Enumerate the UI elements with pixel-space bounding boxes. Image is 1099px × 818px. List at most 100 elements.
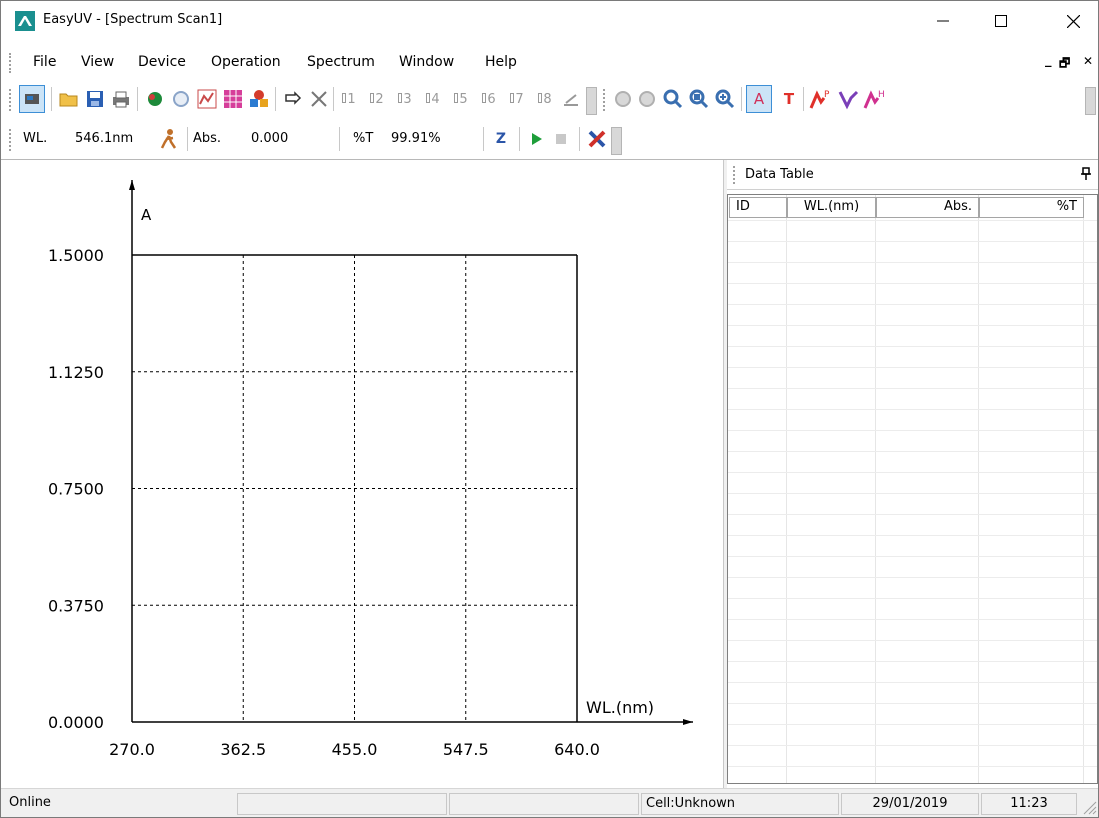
valley-pick-button[interactable] xyxy=(837,87,861,111)
grid-row-line xyxy=(728,346,1097,347)
start-button[interactable] xyxy=(525,127,549,151)
cell-6-button[interactable]: 6 xyxy=(477,87,501,111)
grid-row-line xyxy=(728,262,1097,263)
grid-row-line xyxy=(728,619,1097,620)
grid-icon xyxy=(224,90,242,108)
open-button[interactable] xyxy=(57,87,81,111)
menu-device[interactable]: Device xyxy=(138,54,186,70)
column-header-t[interactable]: %T xyxy=(979,197,1084,218)
height-pick-button[interactable]: H xyxy=(863,87,887,111)
cell-3-button[interactable]: 3 xyxy=(393,87,417,111)
spectrum-plot-area[interactable]: A WL.(nm) 0.0000 0.3750 0.7500 1.1250 1.5000 27… xyxy=(1,160,723,788)
delete-icon xyxy=(311,91,327,107)
mdi-close-button[interactable]: ✕ xyxy=(1083,54,1093,68)
resize-grip-icon[interactable] xyxy=(1083,801,1097,815)
close-button[interactable] xyxy=(1050,1,1096,41)
grid-row-line xyxy=(728,535,1097,536)
zoom-next-button[interactable] xyxy=(635,87,659,111)
minimize-icon xyxy=(937,20,949,22)
play-icon xyxy=(532,133,542,145)
chart-icon xyxy=(197,89,217,109)
x-axis-arrow xyxy=(683,719,693,725)
grid-row-line xyxy=(728,745,1097,746)
y-tick-label: 1.5000 xyxy=(48,246,104,265)
grid-row-line xyxy=(728,640,1097,641)
data-table-header: Data Table xyxy=(727,160,1098,190)
data-grid[interactable]: ID WL.(nm) Abs. %T xyxy=(727,194,1098,784)
cell-1-button[interactable]: 1 xyxy=(337,87,361,111)
grid-row-line xyxy=(728,724,1097,725)
cell-2-button[interactable]: 2 xyxy=(365,87,389,111)
toolbar-overflow-button[interactable] xyxy=(586,87,597,115)
toolbar-separator xyxy=(579,127,580,151)
cell-4-button[interactable]: 4 xyxy=(421,87,445,111)
transmittance-mode-button[interactable]: T xyxy=(777,87,801,111)
zoom-in-button[interactable] xyxy=(713,87,737,111)
maximize-button[interactable] xyxy=(978,1,1024,41)
spectrum-view-button[interactable] xyxy=(195,87,219,111)
menu-file[interactable]: File xyxy=(33,54,56,70)
table-view-button[interactable] xyxy=(221,87,245,111)
peak-pick-button[interactable]: P xyxy=(809,87,833,111)
column-header-abs[interactable]: Abs. xyxy=(876,197,979,218)
pin-button[interactable] xyxy=(1081,167,1093,183)
grid-row-line xyxy=(728,598,1097,599)
tools-button[interactable] xyxy=(585,127,609,151)
print-button[interactable] xyxy=(109,87,133,111)
mdi-restore-button[interactable]: 🗗 xyxy=(1059,54,1070,75)
select-button[interactable] xyxy=(281,87,305,111)
zero-button[interactable]: Z xyxy=(489,127,513,151)
y-axis-arrow xyxy=(129,180,135,190)
menu-spectrum[interactable]: Spectrum xyxy=(307,54,375,70)
status-connection: Online xyxy=(9,795,51,810)
peak-button[interactable] xyxy=(247,87,271,111)
grid-row-line xyxy=(728,577,1097,578)
toolbar-separator xyxy=(339,127,340,151)
print-icon xyxy=(113,91,129,108)
grid-row-line xyxy=(728,325,1097,326)
minimize-button[interactable] xyxy=(920,1,966,41)
baseline-button[interactable] xyxy=(169,87,193,111)
shapes-icon xyxy=(250,90,268,107)
grid-row-line xyxy=(728,451,1097,452)
cell-8-button[interactable]: 8 xyxy=(533,87,557,111)
mdi-minimize-button[interactable]: _ xyxy=(1045,53,1052,68)
delete-button[interactable] xyxy=(307,87,331,111)
toolbar-overflow-button-3[interactable] xyxy=(611,127,622,155)
tools-icon xyxy=(588,130,606,148)
goto-wavelength-button[interactable] xyxy=(157,127,181,151)
magnifier-icon xyxy=(663,89,683,109)
params-button[interactable] xyxy=(143,87,167,111)
stop-button[interactable] xyxy=(549,127,573,151)
absorbance-mode-button[interactable]: A xyxy=(746,85,772,113)
peak-height-icon: H xyxy=(863,90,885,109)
cell-7-button[interactable]: 7 xyxy=(505,87,529,111)
column-header-id[interactable]: ID xyxy=(729,197,787,218)
toolbar-overflow-button-2[interactable] xyxy=(1085,87,1096,115)
menu-window[interactable]: Window xyxy=(399,54,454,70)
column-header-wl[interactable]: WL.(nm) xyxy=(787,197,876,218)
zoom-window-button[interactable] xyxy=(687,87,711,111)
toolbar-separator xyxy=(187,127,188,151)
runner-icon xyxy=(160,129,177,149)
status-cell: Cell:Unknown xyxy=(641,793,839,815)
grid-row-line xyxy=(728,493,1097,494)
transmittance-value: 99.91% xyxy=(391,131,441,146)
x-tick-label: 547.5 xyxy=(443,740,489,759)
peak-icon: P xyxy=(809,90,830,109)
toolbar-grip xyxy=(9,129,12,151)
absorbance-label: Abs. xyxy=(193,131,222,146)
menu-help[interactable]: Help xyxy=(485,54,517,70)
save-button[interactable] xyxy=(83,87,107,111)
menu-operation[interactable]: Operation xyxy=(211,54,281,70)
zoom-button[interactable] xyxy=(661,87,685,111)
connect-button[interactable] xyxy=(19,85,45,113)
y-tick-label: 0.7500 xyxy=(48,480,104,499)
menu-bar: File View Device Operation Spectrum Wind… xyxy=(1,49,1098,77)
cell-holder-button[interactable] xyxy=(559,87,583,111)
menu-view[interactable]: View xyxy=(81,54,114,70)
cell-5-button[interactable]: 5 xyxy=(449,87,473,111)
zoom-prev-button[interactable] xyxy=(611,87,635,111)
data-table-title: Data Table xyxy=(745,167,814,182)
pin-icon xyxy=(1081,167,1091,180)
